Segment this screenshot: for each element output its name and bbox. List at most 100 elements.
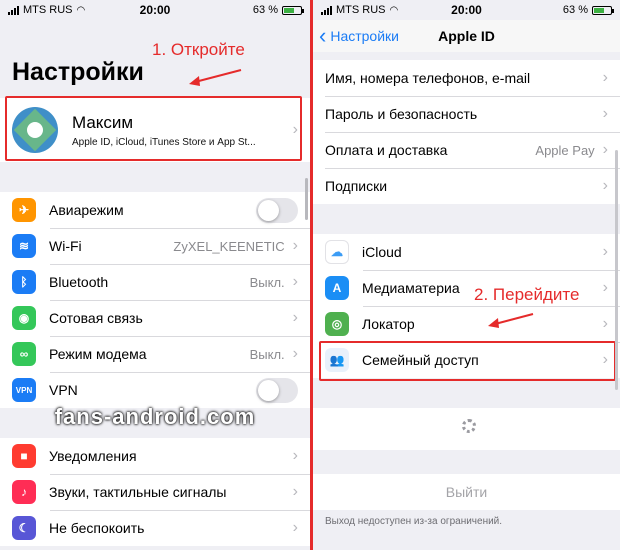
annotation-open: 1. Откройте	[152, 40, 245, 59]
chevron-right-icon: ›	[292, 519, 298, 536]
cellular-icon: ◉	[12, 306, 36, 330]
row-label: Оплата и доставка	[325, 142, 448, 158]
row-value: Выкл.	[249, 274, 285, 290]
settings-row[interactable]: ☾ Не беспокоить ›	[0, 510, 310, 546]
row-label: Звуки, тактильные сигналы	[49, 484, 227, 500]
settings-row[interactable]: ■ Уведомления ›	[0, 438, 310, 474]
settings-row[interactable]: ◎ Локатор ›	[313, 306, 620, 342]
find-my-icon: ◎	[325, 312, 349, 336]
toggle-switch[interactable]	[256, 197, 298, 223]
apple-id-screen: MTS RUS ◠ 20:00 63 % ‹ Настройки Apple I…	[313, 0, 620, 550]
bluetooth-icon: ᛒ	[12, 270, 36, 294]
row-label: Режим модема	[49, 346, 147, 362]
chevron-right-icon: ›	[602, 243, 608, 260]
battery-info: 63 %	[252, 4, 304, 16]
row-label: Имя, номера телефонов, e-mail	[325, 70, 531, 86]
account-group: Имя, номера телефонов, e-mail › Пароль и б…	[313, 60, 620, 204]
logout-note: Выход недоступен из-за ограничений.	[325, 516, 503, 527]
settings-row[interactable]: Пароль и безопасность ›	[313, 96, 620, 132]
app-store-icon: A	[325, 276, 349, 300]
scrollbar[interactable]	[615, 150, 618, 390]
row-label: Не беспокоить	[49, 520, 145, 536]
row-value: ZyXEL_KEENETIC	[173, 238, 285, 254]
chevron-right-icon: ›	[292, 237, 298, 254]
notifications-group: ■ Уведомления › ♪ Звуки, тактильные сигналы ›…	[0, 438, 310, 546]
settings-row[interactable]: ♪ Звуки, тактильные сигналы ›	[0, 474, 310, 510]
loading-spinner-icon	[462, 419, 476, 433]
status-bar: MTS RUS ◠ 20:00 63 %	[0, 0, 310, 20]
row-label: Bluetooth	[49, 274, 109, 290]
sounds-icon: ♪	[12, 480, 36, 504]
settings-row[interactable]: ∞ Режим модема Выкл. ›	[0, 336, 310, 372]
settings-row[interactable]: VPN VPN	[0, 372, 310, 408]
chevron-right-icon: ›	[602, 315, 608, 332]
chevron-right-icon: ›	[602, 141, 608, 158]
carrier-info: MTS RUS ◠	[8, 4, 85, 16]
profile-highlight-box	[5, 96, 302, 161]
row-label: Сотовая связь	[49, 310, 143, 326]
row-label: Медиаматериа	[362, 280, 460, 296]
row-value: Выкл.	[249, 346, 285, 362]
connectivity-group: ✈ Авиарежим ≋ Wi-Fi ZyXEL_KEENETIC › ᛒ Bluetoot…	[0, 192, 310, 408]
vpn-icon: VPN	[12, 378, 36, 402]
chevron-left-icon: ‹	[319, 23, 327, 48]
logout-button[interactable]: Выйти	[313, 474, 620, 510]
scrollbar[interactable]	[305, 178, 308, 220]
row-label: Локатор	[362, 316, 415, 332]
annotation-arrow-icon	[488, 313, 534, 328]
wifi-status-icon: ◠	[76, 4, 86, 16]
back-label: Настройки	[330, 28, 399, 44]
navigation-bar: ‹ Настройки Apple ID	[313, 20, 620, 52]
row-label: Уведомления	[49, 448, 137, 464]
toggle-switch[interactable]	[256, 377, 298, 403]
page-title: Настройки	[12, 58, 144, 86]
row-label: Авиарежим	[49, 202, 124, 218]
status-bar: MTS RUS ◠ 20:00 63 %	[313, 0, 620, 20]
chevron-right-icon: ›	[292, 309, 298, 326]
annotation-go: 2. Перейдите	[471, 285, 583, 305]
battery-info: 63 %	[562, 4, 614, 16]
airplane-icon: ✈	[12, 198, 36, 222]
row-label: Wi-Fi	[49, 238, 82, 254]
chevron-right-icon: ›	[602, 69, 608, 86]
chevron-right-icon: ›	[602, 177, 608, 194]
carrier-info: MTS RUS ◠	[321, 4, 398, 16]
settings-row[interactable]: Имя, номера телефонов, e-mail ›	[313, 60, 620, 96]
annotation-arrow-icon	[189, 69, 242, 86]
settings-row[interactable]: ✈ Авиарежим	[0, 192, 310, 228]
settings-row[interactable]: Оплата и доставка Apple Pay ›	[313, 132, 620, 168]
signal-icon	[8, 5, 19, 15]
icloud-icon: ☁	[325, 240, 349, 264]
settings-row[interactable]: ◉ Сотовая связь ›	[0, 300, 310, 336]
chevron-right-icon: ›	[292, 345, 298, 362]
settings-row[interactable]: ≋ Wi-Fi ZyXEL_KEENETIC ›	[0, 228, 310, 264]
chevron-right-icon: ›	[602, 105, 608, 122]
row-label: Пароль и безопасность	[325, 106, 478, 122]
battery-percent: 63 %	[562, 4, 588, 16]
hotspot-icon: ∞	[12, 342, 36, 366]
battery-percent: 63 %	[252, 4, 278, 16]
carrier-name: MTS RUS	[23, 4, 73, 16]
signal-icon	[321, 5, 332, 15]
row-label: Подписки	[325, 178, 388, 194]
row-value: Apple Pay	[535, 142, 595, 158]
back-button[interactable]: ‹ Настройки	[319, 25, 399, 47]
settings-row[interactable]: Подписки ›	[313, 168, 620, 204]
row-label: VPN	[49, 382, 78, 398]
family-highlight-box	[319, 341, 616, 381]
chevron-right-icon: ›	[602, 279, 608, 296]
settings-screen: MTS RUS ◠ 20:00 63 % Настройки 1. Открой…	[0, 0, 310, 550]
carrier-name: MTS RUS	[336, 4, 386, 16]
settings-row[interactable]: ☁ iCloud ›	[313, 234, 620, 270]
moon-icon: ☾	[12, 516, 36, 540]
chevron-right-icon: ›	[292, 447, 298, 464]
battery-icon	[282, 5, 304, 15]
battery-icon	[592, 5, 614, 15]
wifi-status-icon: ◠	[389, 4, 399, 16]
row-label: iCloud	[362, 244, 402, 260]
settings-row[interactable]: ᛒ Bluetooth Выкл. ›	[0, 264, 310, 300]
chevron-right-icon: ›	[292, 483, 298, 500]
chevron-right-icon: ›	[292, 273, 298, 290]
wifi-icon: ≋	[12, 234, 36, 258]
notifications-icon: ■	[12, 444, 36, 468]
